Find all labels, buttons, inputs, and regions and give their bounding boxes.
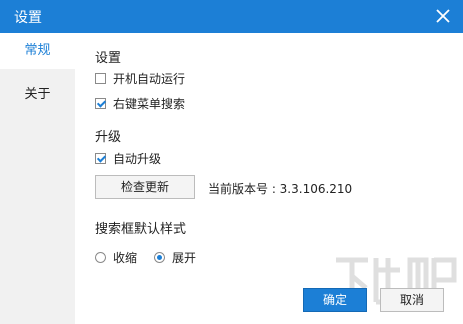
- sidebar: 常规 关于: [0, 33, 75, 324]
- collapse-label: 收缩: [113, 251, 138, 265]
- expand-label: 展开: [172, 251, 197, 265]
- check-update-button[interactable]: 检查更新: [95, 175, 195, 199]
- context-menu-checkbox[interactable]: [95, 98, 106, 109]
- settings-heading: 设置: [95, 51, 122, 66]
- ok-button[interactable]: 确定: [303, 288, 367, 312]
- auto-upgrade-option[interactable]: 自动升级: [95, 150, 161, 167]
- autostart-option[interactable]: 开机自动运行: [95, 70, 185, 87]
- context-menu-label: 右键菜单搜索: [113, 97, 186, 111]
- collapse-radio[interactable]: [95, 252, 106, 263]
- expand-option[interactable]: 展开: [154, 249, 196, 266]
- window-title: 设置: [14, 10, 42, 26]
- auto-upgrade-checkbox[interactable]: [95, 153, 106, 164]
- autostart-label: 开机自动运行: [113, 72, 186, 86]
- settings-dialog: 设置 常规 关于 设置 开机自动运行 右键菜单搜索 升级 自动升级 检查更新 当…: [0, 0, 463, 324]
- sidebar-item-general[interactable]: 常规: [0, 33, 75, 69]
- expand-radio[interactable]: [154, 252, 165, 263]
- upgrade-heading: 升级: [95, 130, 122, 145]
- title-bar: 设置: [0, 0, 463, 33]
- context-menu-option[interactable]: 右键菜单搜索: [95, 95, 185, 112]
- version-text: 当前版本号 : 3.3.106.210: [208, 182, 353, 196]
- cancel-button[interactable]: 取消: [380, 288, 444, 312]
- search-style-heading: 搜索框默认样式: [95, 222, 187, 237]
- sidebar-item-about[interactable]: 关于: [0, 77, 75, 113]
- auto-upgrade-label: 自动升级: [113, 152, 162, 166]
- close-icon[interactable]: [433, 6, 453, 26]
- autostart-checkbox[interactable]: [95, 73, 106, 84]
- collapse-option[interactable]: 收缩: [95, 249, 137, 266]
